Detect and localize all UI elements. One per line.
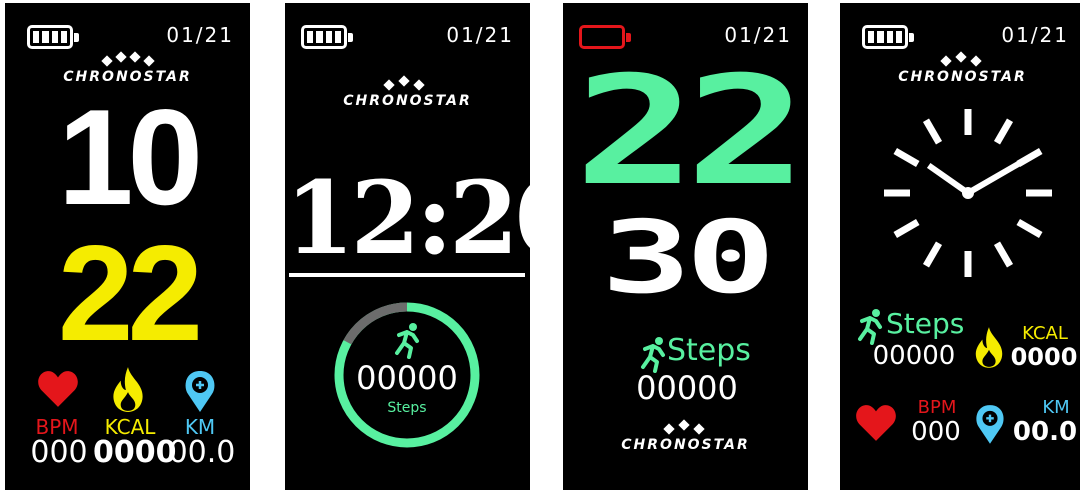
bpm-value: 000: [30, 435, 88, 470]
flame-icon: [975, 327, 1003, 368]
analog-clock: [884, 109, 1052, 277]
steps-value: 00000: [636, 369, 738, 407]
date: 01/21: [166, 23, 234, 47]
running-icon: [641, 337, 665, 373]
clock-center: [962, 187, 974, 199]
hour-digits: 22: [574, 45, 807, 219]
minute-hand: [966, 154, 1032, 196]
date: 01/21: [724, 23, 792, 47]
steps-value: 00000: [356, 359, 458, 397]
km-value: 00.0: [1012, 417, 1078, 447]
kcal-value: 0000: [93, 435, 177, 470]
clock-tick: [922, 118, 943, 145]
running-icon: [858, 309, 882, 345]
hour-digits: 10: [57, 81, 203, 233]
watch-face-analog[interactable]: 01/21 CHRONOSTAR Steps 00000 KCAL 0000 B…: [840, 3, 1080, 490]
watch-face-ring[interactable]: 01/21 CHRONOSTAR 12:20 00000 Steps: [285, 3, 530, 490]
minute-digits: 30: [601, 199, 776, 316]
bpm-label: BPM: [917, 397, 957, 418]
running-icon: [395, 323, 419, 359]
clock-tick: [1016, 218, 1043, 239]
battery-full-icon: [27, 25, 79, 49]
divider: [289, 273, 525, 277]
steps-value: 00000: [872, 341, 956, 371]
date: 01/21: [1001, 23, 1069, 47]
hour-hand: [926, 163, 970, 196]
battery-full-icon: [301, 25, 353, 49]
clock-tick: [922, 241, 943, 268]
brand-logo: CHRONOSTAR: [563, 419, 808, 453]
location-pin-icon: [976, 405, 1004, 444]
km-value: 00.0: [168, 435, 236, 470]
date: 01/21: [446, 23, 514, 47]
steps-label: Steps: [886, 307, 965, 340]
flame-icon: [113, 367, 143, 412]
steps-label: Steps: [667, 333, 751, 368]
bpm-value: 000: [911, 417, 961, 447]
clock-tick: [893, 147, 920, 168]
km-label: KM: [1042, 397, 1070, 418]
digital-time: 12:20: [285, 159, 530, 277]
watch-face-blocky[interactable]: 01/21 22 30 Steps 00000 CHRONOSTAR: [563, 3, 808, 490]
brand-logo: CHRONOSTAR: [840, 51, 1080, 85]
heart-icon: [38, 371, 78, 407]
clock-tick: [993, 241, 1014, 268]
battery-full-icon: [862, 25, 914, 49]
location-pin-icon: [185, 371, 215, 412]
minute-digits: 22: [57, 217, 203, 369]
heart-icon: [856, 405, 896, 441]
clock-tick: [993, 118, 1014, 145]
steps-label: Steps: [387, 400, 427, 416]
kcal-label: KCAL: [1022, 323, 1068, 344]
clock-tick: [893, 218, 920, 239]
watch-face-digital-stacked[interactable]: 01/21 CHRONOSTAR 10 22 BPM KCAL KM 000 0…: [5, 3, 250, 490]
kcal-value: 0000: [1010, 343, 1078, 371]
brand-logo: CHRONOSTAR: [285, 75, 530, 109]
